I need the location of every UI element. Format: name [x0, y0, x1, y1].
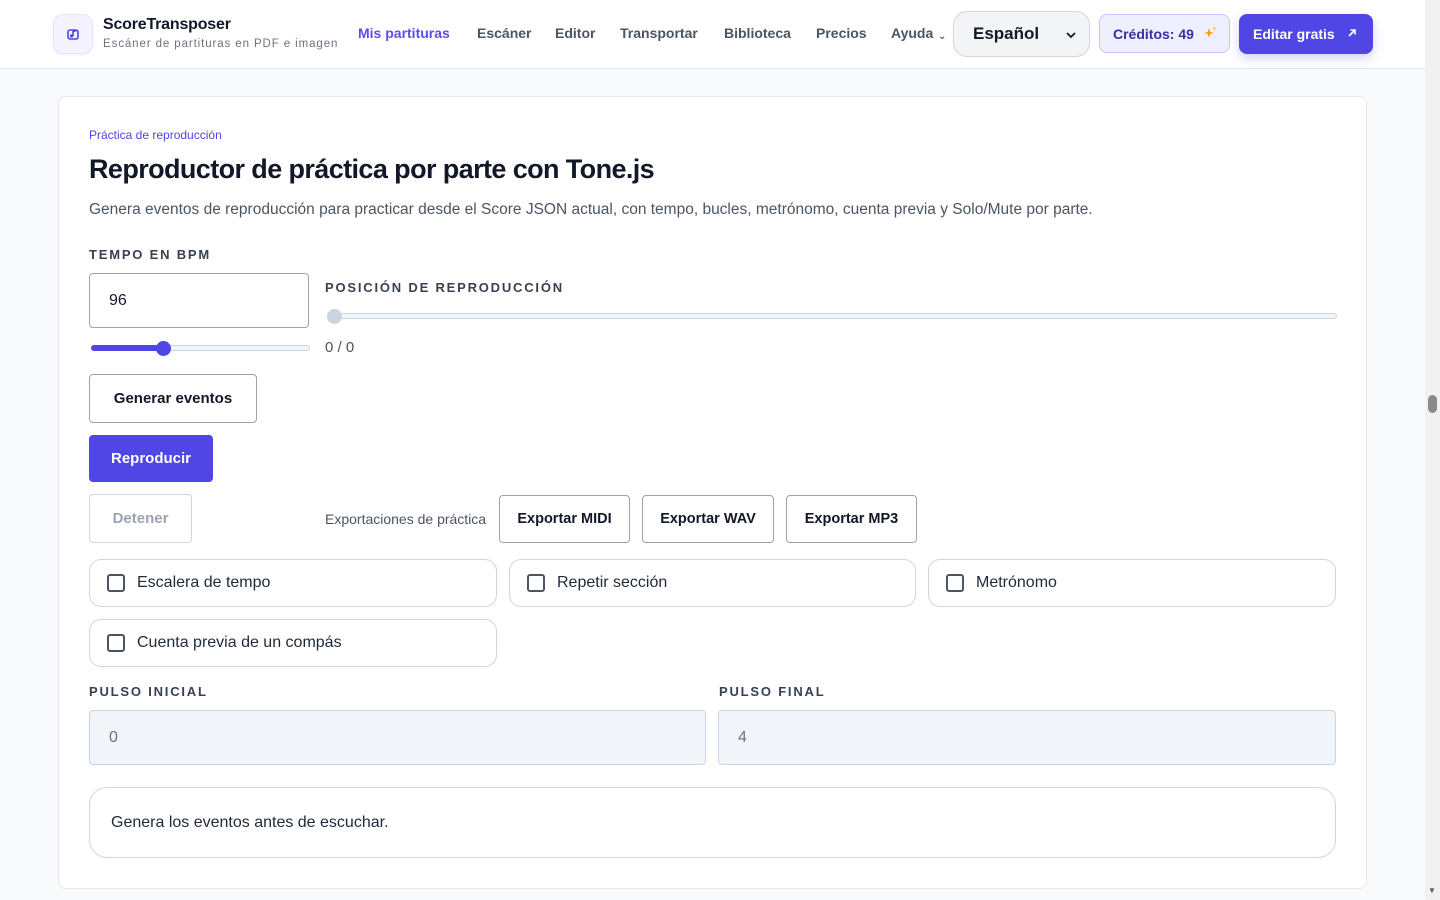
position-slider[interactable] — [327, 309, 1337, 324]
generate-events-button[interactable]: Generar eventos — [89, 374, 257, 423]
tempo-label: TEMPO EN BPM — [89, 247, 211, 262]
external-arrow-icon — [1348, 29, 1356, 37]
option-repeat-section[interactable]: Repetir sección — [509, 559, 916, 607]
top-header: ScoreTransposer Escáner de partituras en… — [0, 0, 1425, 69]
sparkle-icon — [1204, 27, 1216, 38]
stop-button[interactable]: Detener — [89, 494, 192, 543]
tempo-slider-thumb[interactable] — [156, 341, 172, 356]
status-text: Genera los eventos antes de escuchar. — [111, 813, 389, 831]
cta-label: Editar gratis — [1253, 26, 1335, 42]
export-wav-button[interactable]: Exportar WAV — [642, 495, 774, 543]
section-description: Genera eventos de reproducción para prac… — [89, 201, 1093, 218]
nav-mis-partituras[interactable]: Mis partituras — [358, 25, 450, 41]
brand-name[interactable]: ScoreTransposer — [103, 16, 231, 34]
brand-tagline: Escáner de partituras en PDF e imagen — [103, 38, 339, 50]
scrollbar-thumb[interactable] — [1428, 395, 1437, 413]
start-beat-label: PULSO INICIAL — [89, 684, 208, 699]
position-readout: 0 / 0 — [325, 339, 355, 356]
tempo-input[interactable]: 96 — [89, 273, 309, 328]
end-beat-label: PULSO FINAL — [719, 684, 826, 699]
end-beat-value: 4 — [738, 728, 747, 746]
nav-precios[interactable]: Precios — [816, 25, 867, 41]
option-metronome[interactable]: Metrónomo — [928, 559, 1336, 607]
music-note-icon — [67, 29, 79, 40]
section-eyebrow: Práctica de reproducción — [89, 128, 222, 142]
tempo-slider[interactable] — [91, 341, 310, 356]
option-label: Escalera de tempo — [137, 574, 271, 591]
nav-ayuda[interactable]: Ayuda — [891, 25, 933, 41]
start-beat-value: 0 — [109, 728, 118, 746]
tempo-slider-fill — [91, 345, 164, 351]
checkbox[interactable] — [107, 634, 125, 652]
chevron-down-icon — [1066, 32, 1076, 39]
checkbox[interactable] — [527, 574, 545, 592]
nav-transportar[interactable]: Transportar — [620, 25, 698, 41]
nav-escaner[interactable]: Escáner — [477, 25, 531, 41]
checkbox[interactable] — [946, 574, 964, 592]
nav-editor[interactable]: Editor — [555, 25, 595, 41]
exports-label: Exportaciones de práctica — [325, 511, 487, 527]
position-slider-track — [327, 313, 1337, 319]
option-label: Metrónomo — [976, 574, 1057, 591]
language-select[interactable]: Español — [953, 11, 1090, 57]
position-slider-thumb[interactable] — [327, 309, 342, 324]
section-title: Reproductor de práctica por parte con To… — [89, 154, 655, 184]
export-mp3-button[interactable]: Exportar MP3 — [786, 495, 917, 543]
end-beat-input[interactable]: 4 — [718, 710, 1336, 765]
credits-label: Créditos: 49 — [1113, 25, 1194, 42]
edit-free-button[interactable]: Editar gratis — [1239, 14, 1373, 54]
play-button[interactable]: Reproducir — [89, 435, 213, 482]
export-midi-button[interactable]: Exportar MIDI — [499, 495, 630, 543]
status-message: Genera los eventos antes de escuchar. — [89, 787, 1336, 858]
credits-badge[interactable]: Créditos: 49 — [1099, 14, 1230, 53]
option-label: Repetir sección — [557, 574, 668, 591]
chevron-down-icon[interactable]: ⌄ — [938, 31, 946, 42]
logo[interactable] — [53, 14, 93, 54]
start-beat-input[interactable]: 0 — [89, 710, 706, 765]
position-label: POSICIÓN DE REPRODUCCIÓN — [325, 280, 564, 295]
scroll-down-icon[interactable]: ▼ — [1428, 886, 1436, 895]
page-scrollbar[interactable]: ▼ — [1425, 0, 1440, 900]
option-tempo-ladder[interactable]: Escalera de tempo — [89, 559, 497, 607]
option-label: Cuenta previa de un compás — [137, 634, 342, 651]
checkbox[interactable] — [107, 574, 125, 592]
language-value: Español — [973, 24, 1040, 43]
option-count-in[interactable]: Cuenta previa de un compás — [89, 619, 497, 667]
nav-biblioteca[interactable]: Biblioteca — [724, 25, 791, 41]
tempo-value: 96 — [109, 291, 127, 309]
